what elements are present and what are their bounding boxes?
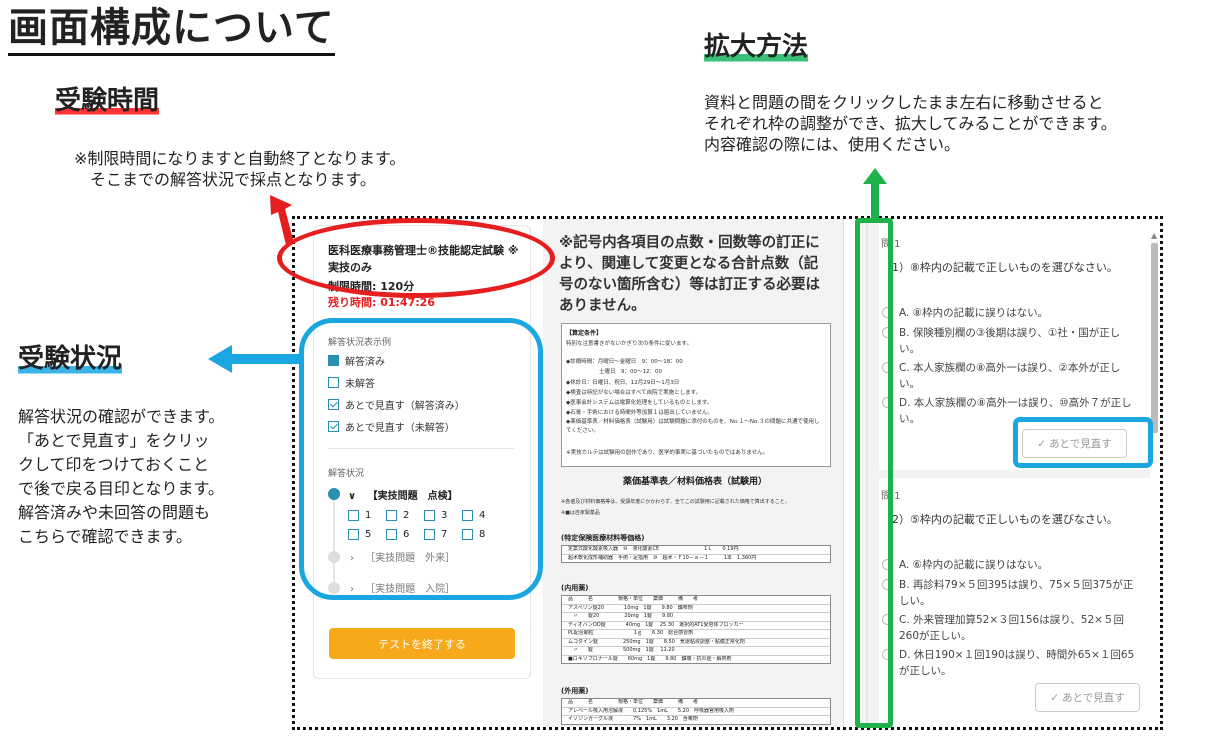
table-row: 〃 錠 500mg 1錠 11.20: [562, 647, 830, 656]
green-arrow-icon: [863, 168, 887, 222]
document-heading: ※記号内各項目の点数・回数等の訂正により、関連して変更となる合計点数（記号のない…: [559, 235, 820, 314]
question-separator: [879, 470, 1150, 478]
review-later-button[interactable]: ✓ あとで見直す: [1035, 683, 1140, 712]
table-row: 定案式酸化酸素吸入器 ⑩ 液化酸素CE 1Ｌ 0.19円: [562, 546, 830, 555]
highlight-review-button: [1013, 417, 1153, 468]
table-row: 超术軟化成形補助器 手術・足指用 ⑩ 超术・Ｆ10－ａ－１ 1本 1,360円: [568, 554, 757, 561]
question-prompt: （2）⑤枠内の記載で正しいものを選びなさい。: [881, 513, 1118, 526]
highlight-status-box: [299, 318, 543, 600]
conditions-line: ◆診療時間：月曜日～金曜日 9：00～18：00: [566, 359, 683, 365]
question-prompt: （1）⑧枠内の記載で正しいものを選びなさい。: [881, 261, 1118, 274]
note-zoom-method: 資料と問題の間をクリックしたまま左右に移動させると それぞれ枠の調整ができ、拡大…: [704, 93, 1117, 154]
page-title: 画面構成について: [8, 4, 335, 56]
conditions-line: ◆石膏・手術における時間外等加算１は届出していません。: [566, 410, 713, 416]
conditions-line: ※実技カルテは試験用の創作であり、医学的事実に基づいたものではありません。: [566, 450, 769, 456]
material-table: 定案式酸化酸素吸入器 ⑩ 液化酸素CE 1Ｌ 0.19円 超术軟化成形補助器 手…: [561, 545, 831, 563]
option-a[interactable]: A. ⑧枠内の記載に誤りはない。: [879, 305, 1137, 321]
note-exam-time: ※制限時間になりますと自動終了となります。 そこまでの解答状況で採点となります。: [74, 149, 406, 189]
conditions-line: ◆医事会計システムは電算化処理をしているものとします。: [566, 400, 713, 406]
option-c[interactable]: C. 本人家族欄の⑧高外一は誤り、②本外が正しい。: [879, 360, 1137, 392]
note-exam-status: 解答状況の確認ができます。 「あとで見直す」をクリッ クして印をつけておくこと …: [18, 407, 225, 546]
blue-arrow-icon: [208, 345, 300, 373]
table-row: イソジンガーグル液 7% 1mL 3.20 含嗽剤: [568, 716, 698, 722]
heading-zoom-method: 拡大方法: [704, 30, 809, 64]
question-scrollbar[interactable]: [1151, 243, 1158, 433]
table-row: ディオバンOD錠 40mg 1錠 25.30 選択的AT1受容体ブロッカー: [562, 622, 830, 630]
conditions-line: ◆薬価基準表／材料価格表（試験用）は試験問題に添付のものを、No.１～No.３の…: [566, 419, 820, 434]
option-b[interactable]: B. 再診料79×５回395は誤り、75×５回375が正しい。: [879, 577, 1137, 609]
table-row: 品 名 規格・単位 薬価 備 考: [562, 699, 830, 708]
highlight-splitter: [855, 218, 893, 728]
calculation-conditions-box: 【算定条件】 特別な注意書きがないかぎり次の条件に従います。 ◆診療時間：月曜日…: [561, 323, 831, 467]
table-row: アスペリン錠20 10mg 1錠 9.80 鎮咳剤: [562, 605, 830, 613]
highlight-time-ellipse: [277, 218, 555, 298]
table-row: アレベール吸入用溶解液 0.125% 1mL 5.20 呼吸器官用吸入剤: [562, 708, 830, 716]
price-table-title: 薬価基準表／材料価格表（試験用）: [623, 477, 768, 487]
check-icon: ✓: [1050, 691, 1060, 704]
conditions-line: 土曜日 9：00～12：00: [566, 369, 662, 375]
conditions-line: ◆休診日：日曜日、祝日、12月29日～1月3日: [566, 380, 680, 386]
conditions-line: ◆検査は特記がない場合はすべて自院で実施とします。: [566, 390, 702, 396]
reference-document[interactable]: ※記号内各項目の点数・回数等の訂正により、関連して変更となる合計点数（記号のない…: [543, 219, 844, 727]
red-arrow-icon: [270, 195, 294, 245]
option-b[interactable]: B. 保険種別欄の③後期は誤り、①社・国が正しい。: [879, 325, 1137, 357]
option-a[interactable]: A. ⑥枠内の記載に誤りはない。: [879, 557, 1137, 573]
table-row: ■ロキソプロナール錠 60mg 1錠 9.80 鎮痛・抗炎症・解熱剤: [568, 655, 732, 662]
heading-exam-time: 受験時間: [55, 84, 160, 118]
table-row: 品 名 規格・単位 薬価 備 考: [562, 596, 830, 605]
price-note: ※各値及び材料価格等は、受講年度にかかわらず、全てこの試験用に記載された価格で算…: [561, 499, 790, 505]
internal-table: 品 名 規格・単位 薬価 備 考 アスペリン錠20 10mg 1錠 9.80 鎮…: [561, 595, 831, 664]
conditions-title: 【算定条件】: [566, 330, 603, 337]
option-c[interactable]: C. 外来管理加算52×３回156は誤り、52×５回260が正しい。: [879, 612, 1137, 644]
finish-test-button[interactable]: テストを終了する: [329, 628, 515, 659]
table-row: ムコダイン錠 250mg 1錠 8.50 気道粘液調整・粘膜正常化剤: [562, 639, 830, 647]
option-d[interactable]: D. 休日190×１回190は誤り、時間外65×１回65が正しい。: [879, 647, 1137, 679]
external-table: 品 名 規格・単位 薬価 備 考 アレベール吸入用溶解液 0.125% 1mL …: [561, 698, 831, 725]
heading-exam-status: 受験状況: [18, 342, 123, 376]
material-section-title: (特定保険医療材料等価格): [561, 534, 645, 542]
external-section-title: (外用薬): [561, 687, 589, 695]
table-row: 〃 錠20 20mg 1錠 9.80: [562, 613, 830, 622]
conditions-line: 特別な注意書きがないかぎり次の条件に従います。: [566, 341, 692, 347]
internal-section-title: (内用薬): [561, 584, 589, 592]
price-note: ※■は自家製薬品: [561, 510, 600, 516]
table-row: PL配合顆粒 1ｇ 6.30 総合感冒剤: [562, 630, 830, 639]
scroll-up-icon[interactable]: ▲: [1151, 231, 1157, 240]
